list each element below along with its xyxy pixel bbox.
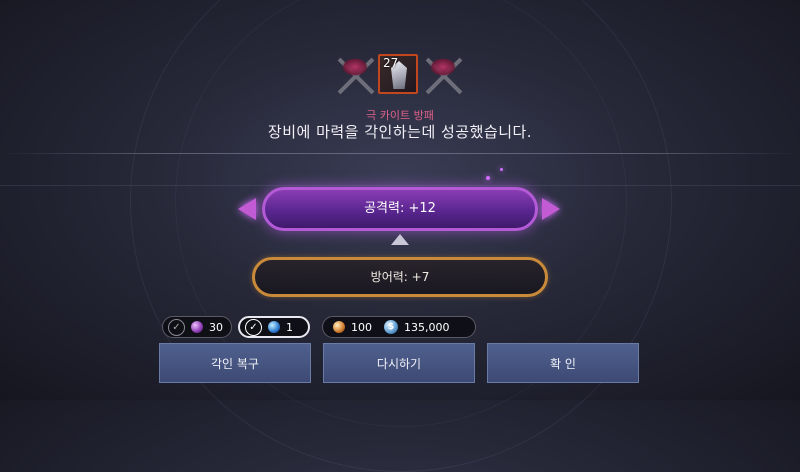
silver-count: 135,000 bbox=[404, 320, 450, 334]
attack-stat-bar: 공격력: +12 bbox=[262, 187, 538, 231]
purple-stone-count: 30 bbox=[209, 320, 223, 334]
item-level: 27 bbox=[383, 56, 399, 70]
right-wing-ornament bbox=[542, 198, 560, 220]
cost-display: 100 $ 135,000 bbox=[322, 316, 476, 338]
attack-stat-label: 공격력: +12 bbox=[364, 201, 436, 216]
check-icon: ✓ bbox=[245, 318, 262, 336]
purple-gem-icon bbox=[191, 321, 203, 333]
retry-button[interactable]: 다시하기 bbox=[323, 343, 475, 383]
defense-stat-bar: 방어력: +7 bbox=[252, 257, 548, 297]
sparkle-icon bbox=[486, 176, 490, 180]
divider bbox=[0, 153, 800, 154]
defense-stat-label: 방어력: +7 bbox=[370, 270, 430, 284]
confirm-button[interactable]: 확 인 bbox=[487, 343, 639, 383]
silver-coin-icon: $ bbox=[384, 320, 398, 334]
arrow-up-icon bbox=[391, 234, 409, 245]
purple-stone-toggle[interactable]: ✓ 30 bbox=[162, 316, 232, 338]
blue-stone-count: 1 bbox=[286, 320, 293, 334]
orange-stone-count: 100 bbox=[351, 320, 372, 334]
restore-engraving-button[interactable]: 각인 복구 bbox=[159, 343, 311, 383]
crossed-axes-right-icon bbox=[420, 52, 468, 100]
sparkle-icon bbox=[500, 168, 503, 171]
item-slot[interactable]: 27 bbox=[378, 54, 418, 94]
check-icon: ✓ bbox=[168, 318, 185, 336]
background-line bbox=[0, 185, 800, 186]
orange-gem-icon bbox=[333, 321, 345, 333]
crossed-axes-left-icon bbox=[332, 52, 380, 100]
blue-stone-toggle[interactable]: ✓ 1 bbox=[238, 316, 310, 338]
left-wing-ornament bbox=[238, 198, 256, 220]
blue-gem-icon bbox=[268, 321, 280, 333]
result-message: 장비에 마력을 각인하는데 성공했습니다. bbox=[267, 123, 533, 141]
